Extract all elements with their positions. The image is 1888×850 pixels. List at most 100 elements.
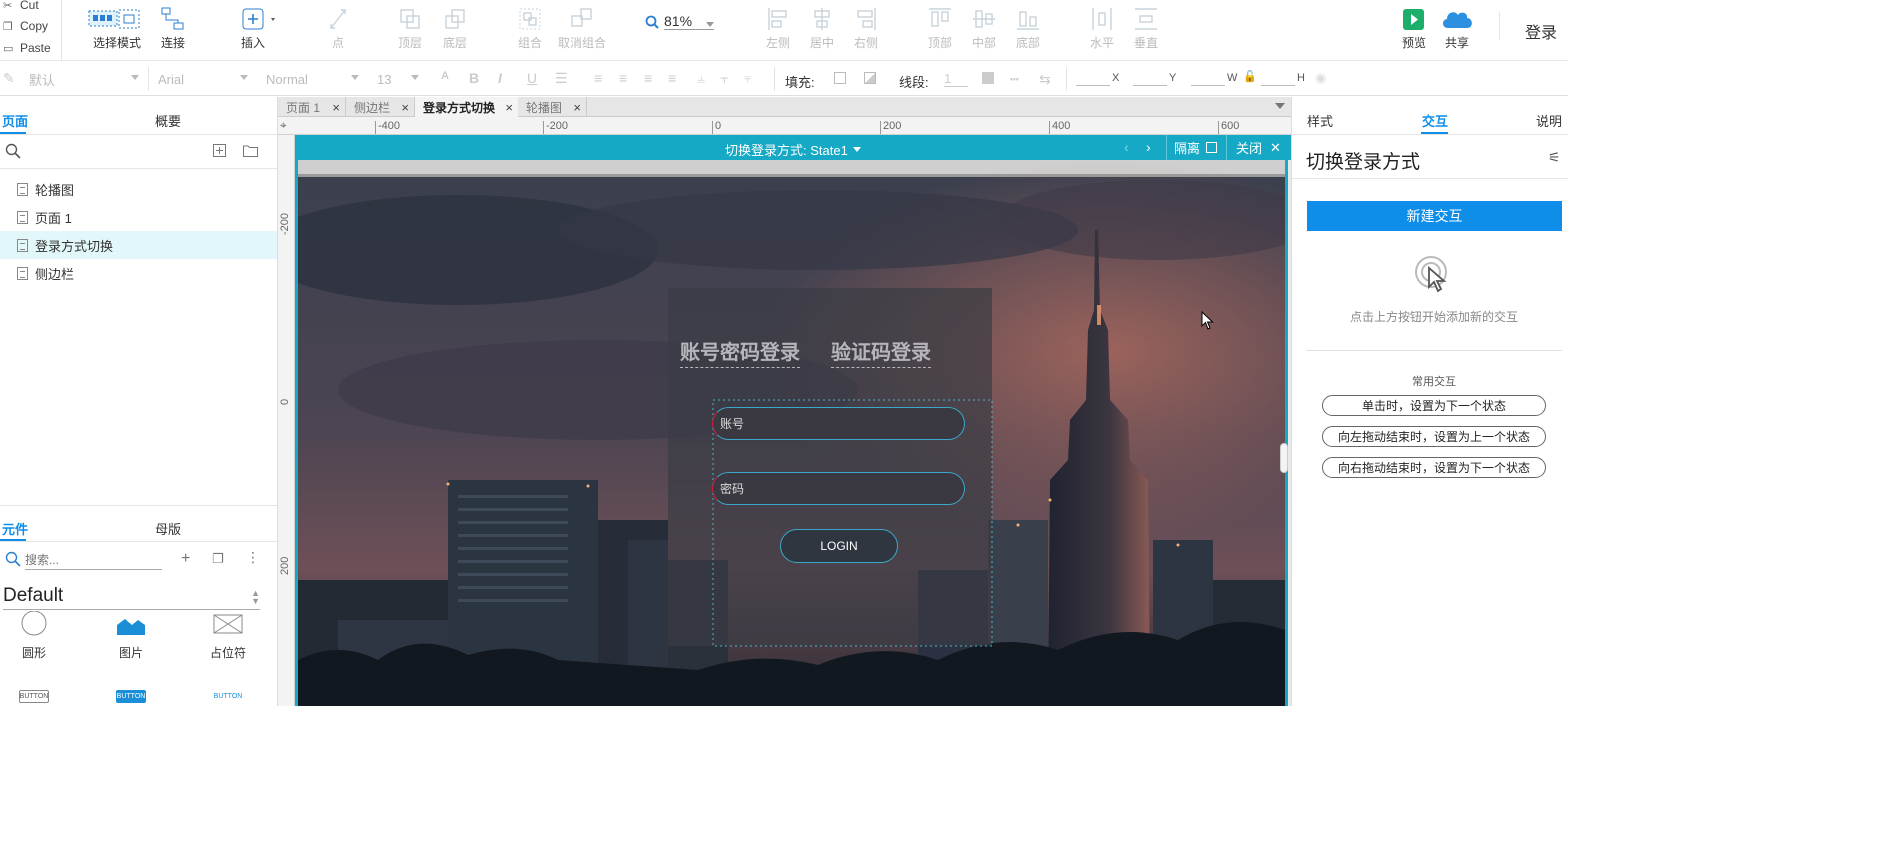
align-bottom-button[interactable]: 底部	[1016, 4, 1040, 51]
align-text-center-icon[interactable]: ≡	[619, 70, 627, 86]
justify-text-icon[interactable]: ≡	[668, 70, 676, 86]
canvas-scrollbar[interactable]	[1280, 443, 1288, 473]
format-painter-icon[interactable]: ✎	[3, 70, 15, 87]
align-text-left-icon[interactable]: ≡	[594, 70, 602, 86]
stroke-color-swatch[interactable]	[982, 72, 994, 84]
visibility-icon[interactable]: ◉	[1315, 70, 1326, 86]
add-library-icon[interactable]: +	[181, 550, 190, 568]
text-color-icon[interactable]: A	[441, 70, 449, 82]
italic-icon[interactable]: I	[498, 70, 502, 86]
bottom-layer-button[interactable]: 底层	[443, 4, 467, 51]
new-interaction-button[interactable]: 新建交互	[1307, 201, 1562, 231]
search-icon[interactable]	[5, 143, 21, 159]
close-icon[interactable]: ×	[401, 100, 409, 115]
group-button[interactable]: 组合	[518, 4, 542, 51]
stroke-width-input[interactable]: 1	[944, 71, 968, 87]
widget-item[interactable]: 图片	[111, 611, 151, 661]
common-interaction-button[interactable]: 向左拖动结束时，设置为上一个状态	[1322, 426, 1546, 447]
account-input[interactable]: 账号	[712, 407, 965, 440]
insert-button[interactable]: 插入	[241, 4, 278, 51]
canvas[interactable]: 切换登录方式: State1 ‹ › 隔离 关闭 ✕ 账号密码登录 验证码登录 …	[295, 135, 1291, 706]
align-left-button[interactable]: 左侧	[766, 4, 790, 51]
next-state-icon[interactable]: ›	[1146, 139, 1151, 155]
w-input[interactable]	[1191, 72, 1225, 86]
underline-icon[interactable]: U	[527, 70, 537, 86]
tab-code-login[interactable]: 验证码登录	[831, 336, 931, 368]
font-size-dropdown[interactable]: 13	[377, 69, 419, 89]
share-button[interactable]: 共享	[1440, 4, 1474, 51]
tab-widgets[interactable]: 元件	[2, 519, 28, 538]
widget-search-input[interactable]	[25, 550, 162, 570]
close-icon[interactable]: ×	[573, 100, 581, 115]
button-widget-sample[interactable]: BUTTON	[19, 690, 49, 703]
page-item[interactable]: 页面 1	[0, 203, 277, 231]
style-dropdown[interactable]: 默认	[29, 69, 139, 89]
top-layer-button[interactable]: 顶层	[398, 4, 422, 51]
doc-tab[interactable]: 页面 1 ×	[278, 97, 346, 117]
font-weight-dropdown[interactable]: Normal	[266, 69, 359, 89]
more-options-icon[interactable]: ⋮	[246, 549, 260, 566]
align-middle-button[interactable]: 中部	[972, 4, 996, 51]
settings-sliders-icon[interactable]: ⚟	[1548, 149, 1561, 166]
font-dropdown[interactable]: Arial	[158, 69, 248, 89]
valign-top-icon[interactable]: ⫨	[697, 70, 705, 87]
doc-tab[interactable]: 轮播图 ×	[518, 97, 587, 117]
login-button[interactable]: LOGIN	[780, 529, 898, 563]
preview-button[interactable]: 预览	[1402, 4, 1426, 51]
align-center-button[interactable]: 居中	[810, 4, 834, 51]
align-top-button[interactable]: 顶部	[928, 4, 952, 51]
fill-gradient-swatch[interactable]	[864, 72, 876, 84]
ungroup-button[interactable]: 取消组合	[558, 4, 606, 51]
close-panel-button[interactable]: 关闭 ✕	[1226, 135, 1291, 160]
tab-outline[interactable]: 概要	[155, 111, 181, 130]
distribute-horizontal-button[interactable]: 水平	[1090, 4, 1114, 51]
doc-tab[interactable]: 登录方式切换 ×	[415, 97, 518, 117]
bold-icon[interactable]: B	[469, 70, 479, 86]
y-input[interactable]	[1133, 72, 1167, 86]
button-widget-sample[interactable]: BUTTON	[213, 690, 243, 703]
common-interaction-button[interactable]: 单击时，设置为下一个状态	[1322, 395, 1546, 416]
connect-button[interactable]: 连接	[160, 4, 186, 51]
tab-pages[interactable]: 页面	[2, 111, 28, 130]
lock-icon[interactable]: 🔓	[1243, 70, 1257, 83]
distribute-vertical-button[interactable]: 垂直	[1134, 4, 1158, 51]
point-button[interactable]: 点	[327, 4, 349, 51]
tab-style[interactable]: 样式	[1307, 111, 1333, 130]
valign-middle-icon[interactable]: ⫟	[720, 70, 728, 87]
x-input[interactable]	[1076, 72, 1110, 86]
widget-item[interactable]: 圆形	[14, 610, 54, 661]
h-input[interactable]	[1261, 72, 1295, 86]
page-item[interactable]: 轮播图	[0, 175, 277, 203]
arrow-style-icon[interactable]: ⇆	[1039, 71, 1051, 88]
library-dropdown[interactable]: Default ▲ ▼	[3, 585, 260, 610]
page-item[interactable]: 登录方式切换	[0, 231, 277, 259]
add-folder-icon[interactable]	[243, 144, 258, 157]
copy-item[interactable]: ❐ Copy	[0, 15, 48, 37]
widget-item[interactable]: 占位符	[208, 611, 248, 661]
page-item[interactable]: 侧边栏	[0, 259, 277, 287]
tab-password-login[interactable]: 账号密码登录	[680, 336, 800, 368]
tab-notes[interactable]: 说明	[1536, 111, 1562, 130]
password-input[interactable]: 密码	[712, 472, 965, 505]
align-text-right-icon[interactable]: ≡	[644, 70, 652, 86]
zoom-control[interactable]: 81%	[645, 13, 714, 30]
tab-masters[interactable]: 母版	[155, 519, 181, 538]
isolate-button[interactable]: 隔离	[1166, 135, 1226, 160]
select-mode-button[interactable]: 选择模式	[88, 4, 146, 51]
button-widget-sample[interactable]: BUTTON	[116, 690, 146, 703]
doc-tab[interactable]: 侧边栏 ×	[346, 97, 415, 117]
prev-state-icon[interactable]: ‹	[1124, 139, 1129, 155]
common-interaction-button[interactable]: 向右拖动结束时，设置为下一个状态	[1322, 457, 1546, 478]
library-copy-icon[interactable]: ❐	[212, 551, 224, 567]
close-icon[interactable]: ×	[505, 100, 513, 115]
paste-item[interactable]: ▭ Paste	[0, 37, 51, 59]
close-icon[interactable]: ×	[332, 100, 340, 115]
tab-interaction[interactable]: 交互	[1422, 111, 1448, 130]
login-link[interactable]: 登录	[1525, 19, 1557, 43]
add-page-icon[interactable]	[213, 144, 226, 157]
bullet-list-icon[interactable]: ☰	[555, 70, 568, 87]
align-right-button[interactable]: 右侧	[854, 4, 878, 51]
cut-item[interactable]: ✂ Cut	[0, 0, 39, 16]
valign-bottom-icon[interactable]: ⫧	[744, 70, 752, 87]
stroke-pattern-icon[interactable]: ┅	[1010, 71, 1018, 88]
